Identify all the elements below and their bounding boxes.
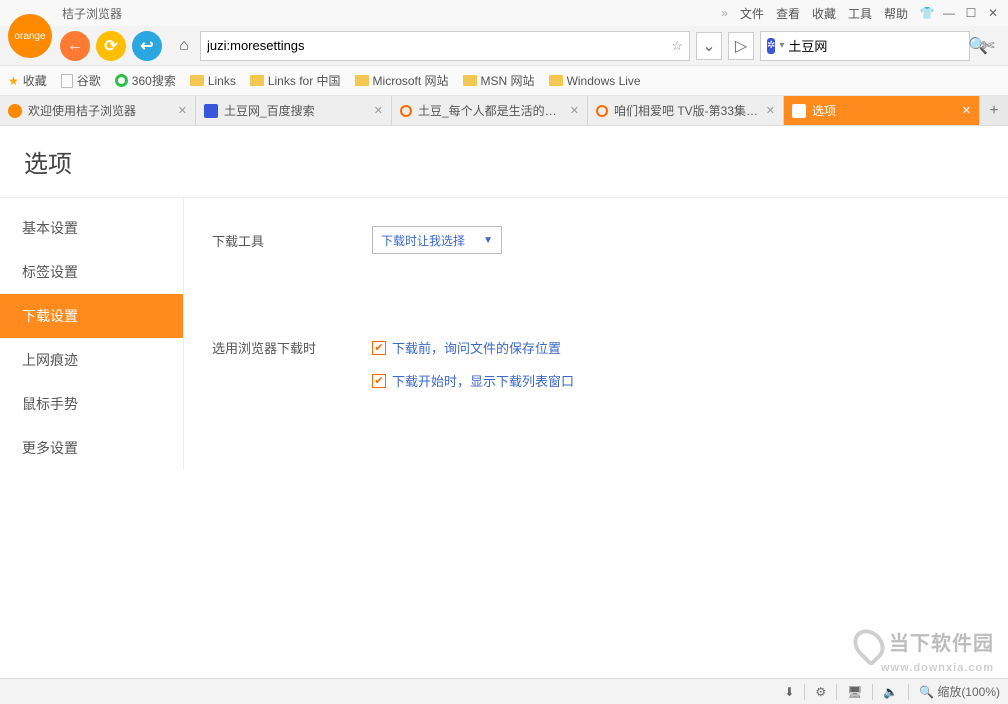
tab-tudou[interactable]: 土豆_每个人都是生活的导演 ✕	[392, 96, 588, 125]
tab-close-icon[interactable]: ✕	[570, 104, 579, 117]
sidebar-item-gestures[interactable]: 鼠标手势	[0, 382, 183, 426]
refresh-button[interactable]: ⟳	[96, 31, 126, 61]
app-title: 桔子浏览器	[62, 5, 122, 22]
watermark: 当下软件园 www.downxia.com	[855, 627, 994, 674]
go-button[interactable]: ▷	[728, 32, 754, 60]
sidebar-item-download[interactable]: 下载设置	[0, 294, 183, 338]
tab-close-icon[interactable]: ✕	[374, 104, 383, 117]
search-engine-dropdown-icon[interactable]: ▾	[779, 40, 784, 51]
tab-tv-show[interactable]: 咱们相爱吧 TV版-第33集-电 ✕	[588, 96, 784, 125]
bookmark-360[interactable]: 360搜索	[115, 72, 176, 89]
app-logo[interactable]: orange	[8, 14, 52, 58]
menu-file[interactable]: 文件	[740, 5, 764, 22]
chevron-down-icon: ▼	[483, 235, 493, 246]
mute-icon[interactable]: 🔈	[883, 685, 898, 699]
ask-location-label: 下载前，询问文件的保存位置	[392, 338, 561, 357]
close-button[interactable]: ✕	[984, 4, 1002, 22]
bookmark-google[interactable]: 谷歌	[61, 72, 101, 89]
folder-icon	[549, 75, 563, 86]
tab-welcome[interactable]: 欢迎使用桔子浏览器 ✕	[0, 96, 196, 125]
home-icon[interactable]: ⌂	[174, 36, 194, 56]
tab-favicon	[8, 104, 22, 118]
tab-favicon	[204, 104, 218, 118]
download-tool-select[interactable]: 下载时让我选择 ▼	[372, 226, 502, 254]
menu-more-icon[interactable]: »	[721, 6, 728, 20]
compat-mode-icon[interactable]: 🖥	[847, 685, 862, 699]
bookmark-links[interactable]: Links	[190, 74, 236, 88]
sidebar-item-history[interactable]: 上网痕迹	[0, 338, 183, 382]
sidebar-item-tabs[interactable]: 标签设置	[0, 250, 183, 294]
new-tab-button[interactable]: +	[980, 96, 1008, 125]
baidu-paw-icon: ✲	[767, 38, 775, 54]
status-bar: ⬇ ⚙ 🖥 🔈 🔍 缩放(100%)	[0, 678, 1008, 704]
maximize-button[interactable]: ☐	[962, 4, 980, 22]
search-box[interactable]: ✲ ▾ 🔍	[760, 31, 970, 61]
bookmark-links-cn[interactable]: Links for 中国	[250, 72, 341, 89]
bookmark-msn[interactable]: MSN 网站	[463, 72, 535, 89]
skin-icon[interactable]: 👕	[918, 4, 936, 22]
download-status-icon[interactable]: ⬇	[784, 685, 794, 699]
menu-tools[interactable]: 工具	[848, 5, 872, 22]
url-dropdown-button[interactable]: ⌄	[696, 32, 722, 60]
sidebar-item-basic[interactable]: 基本设置	[0, 206, 183, 250]
tab-close-icon[interactable]: ✕	[766, 104, 775, 117]
ask-location-checkbox[interactable]: ✔	[372, 341, 386, 355]
bookmark-windows-live[interactable]: Windows Live	[549, 74, 641, 88]
folder-icon	[190, 75, 204, 86]
folder-icon	[355, 75, 369, 86]
download-tool-label: 下载工具	[212, 231, 372, 250]
search-input[interactable]	[788, 38, 964, 53]
menu-favorites[interactable]: 收藏	[812, 5, 836, 22]
url-bar[interactable]: ☆	[200, 31, 690, 61]
settings-gear-icon[interactable]: ⚙	[815, 685, 826, 699]
favorites-button[interactable]: ★收藏	[8, 72, 47, 89]
tab-baidu-search[interactable]: 土豆网_百度搜索 ✕	[196, 96, 392, 125]
bookmark-microsoft[interactable]: Microsoft 网站	[355, 72, 449, 89]
screenshot-icon[interactable]: ✄	[976, 36, 1000, 56]
url-input[interactable]	[207, 38, 665, 53]
menu-help[interactable]: 帮助	[884, 5, 908, 22]
tab-favicon	[596, 105, 608, 117]
minimize-button[interactable]: —	[940, 4, 958, 22]
sidebar-item-more[interactable]: 更多设置	[0, 426, 183, 470]
star-icon: ★	[8, 74, 19, 88]
bookmarks-bar: ★收藏 谷歌 360搜索 Links Links for 中国 Microsof…	[0, 66, 1008, 96]
settings-main: 下载工具 下载时让我选择 ▼ 选用浏览器下载时 ✔ 下载前，询问文件的保存位置 …	[184, 198, 1008, 470]
folder-icon	[463, 75, 477, 86]
tab-strip: 欢迎使用桔子浏览器 ✕ 土豆网_百度搜索 ✕ 土豆_每个人都是生活的导演 ✕ 咱…	[0, 96, 1008, 126]
forward-button[interactable]: ↩	[132, 31, 162, 61]
folder-icon	[250, 75, 264, 86]
tab-favicon	[792, 104, 806, 118]
page-title: 选项	[0, 126, 1008, 198]
tab-close-icon[interactable]: ✕	[962, 104, 971, 117]
show-download-list-checkbox[interactable]: ✔	[372, 374, 386, 388]
ring-icon	[115, 74, 128, 87]
tab-favicon	[400, 105, 412, 117]
tab-close-icon[interactable]: ✕	[178, 104, 187, 117]
page-icon	[61, 74, 73, 88]
show-download-list-label: 下载开始时，显示下载列表窗口	[392, 371, 574, 390]
browser-download-label: 选用浏览器下载时	[212, 338, 372, 357]
bookmark-star-icon[interactable]: ☆	[671, 38, 683, 54]
zoom-control[interactable]: 🔍 缩放(100%)	[919, 683, 1000, 700]
menu-view[interactable]: 查看	[776, 5, 800, 22]
settings-sidebar: 基本设置 标签设置 下载设置 上网痕迹 鼠标手势 更多设置	[0, 198, 184, 470]
back-button[interactable]: ←	[60, 31, 90, 61]
tab-options[interactable]: 选项 ✕	[784, 96, 980, 125]
